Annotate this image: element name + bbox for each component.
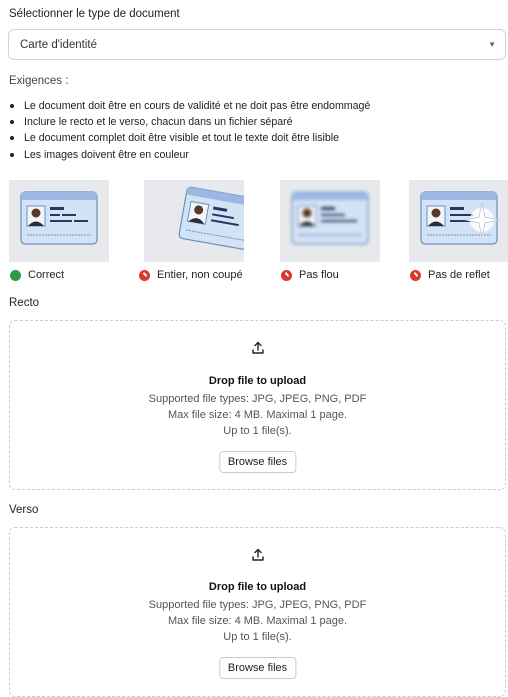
recto-drop-title: Drop file to upload [208, 375, 307, 387]
error-icon [281, 269, 292, 281]
example-cropped-caption: Entier, non coupé [139, 268, 243, 282]
recto-label: Recto [9, 297, 40, 309]
verso-drop-title: Drop file to upload [208, 581, 307, 593]
recto-max-size: Max file size: 4 MB. Maximal 1 page. [167, 409, 348, 421]
doc-type-selected-value: Carte d'identité [20, 39, 97, 51]
verso-file-count: Up to 1 file(s). [223, 631, 292, 643]
check-icon [10, 269, 21, 281]
requirement-item: Inclure le recto et le verso, chacun dan… [9, 114, 370, 130]
verso-file-types: Supported file types: JPG, JPEG, PNG, PD… [148, 599, 367, 611]
error-icon [410, 269, 421, 281]
example-glare-image [409, 180, 508, 262]
upload-icon [251, 341, 264, 354]
example-cropped-image [144, 180, 244, 262]
upload-icon [251, 548, 264, 561]
recto-file-count: Up to 1 file(s). [223, 425, 292, 437]
doc-type-label: Sélectionner le type de document [9, 8, 180, 20]
example-blurry-caption: Pas flou [281, 268, 339, 282]
requirements-title: Exigences : [9, 75, 69, 87]
example-correct-image [9, 180, 109, 262]
example-correct-caption: Correct [10, 268, 64, 282]
recto-dropzone[interactable]: Drop file to upload Supported file types… [9, 320, 506, 490]
example-glare-caption: Pas de reflet [410, 268, 490, 282]
recto-file-types: Supported file types: JPG, JPEG, PNG, PD… [148, 393, 367, 405]
doc-type-select[interactable]: Carte d'identité ▼ [8, 29, 506, 60]
error-icon [139, 269, 150, 281]
verso-dropzone[interactable]: Drop file to upload Supported file types… [9, 527, 506, 697]
verso-label: Verso [9, 504, 39, 516]
verso-max-size: Max file size: 4 MB. Maximal 1 page. [167, 615, 348, 627]
verso-browse-button[interactable]: Browse files [218, 657, 297, 679]
requirement-item: Le document doit être en cours de validi… [9, 98, 370, 114]
recto-browse-button[interactable]: Browse files [218, 451, 297, 473]
requirements-list: Le document doit être en cours de validi… [9, 98, 370, 163]
chevron-down-icon: ▼ [488, 40, 496, 49]
requirement-item: Le document complet doit être visible et… [9, 130, 370, 146]
requirement-item: Les images doivent être en couleur [9, 147, 370, 163]
example-blurry-image [280, 180, 380, 262]
